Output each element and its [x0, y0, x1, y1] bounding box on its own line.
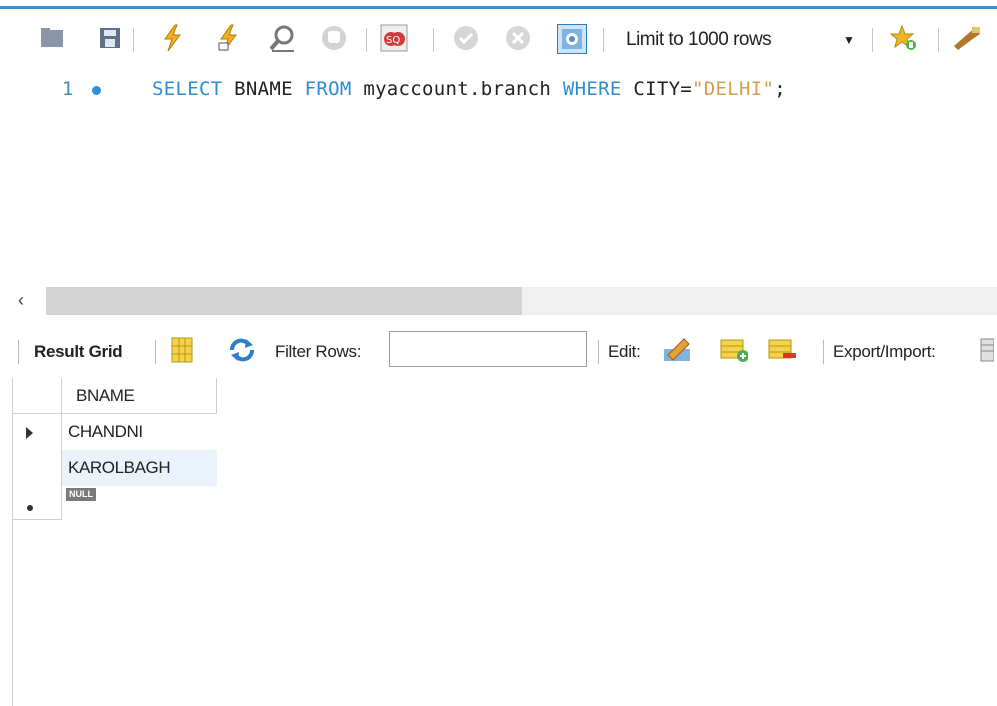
sql-terminator: ;: [774, 78, 786, 100]
new-row[interactable]: NULL: [12, 486, 218, 519]
wrench-icon[interactable]: [952, 24, 980, 52]
results-toolbar: Result Grid Filter Rows: Edit: Export/Im…: [0, 328, 997, 374]
window-accent-bar: [0, 0, 997, 9]
svg-text:SQ: SQ: [386, 35, 400, 46]
toolbar-separator: [155, 340, 156, 364]
scrollbar-thumb[interactable]: [46, 287, 522, 315]
explain-icon[interactable]: [268, 24, 296, 52]
limit-rows-label: Limit to 1000 rows: [626, 29, 772, 50]
save-icon[interactable]: [96, 24, 124, 52]
commit-icon[interactable]: [452, 24, 480, 52]
execute-current-icon[interactable]: [214, 24, 242, 52]
result-grid-tab[interactable]: Result Grid: [34, 342, 123, 362]
grid-divider: [12, 519, 62, 520]
statement-marker-icon: [92, 86, 101, 95]
sql-table: myaccount.branch: [351, 78, 563, 100]
current-row-arrow-icon: [26, 427, 33, 439]
toggle-continue-icon[interactable]: SQ: [380, 24, 408, 52]
scroll-left-icon[interactable]: ‹: [18, 290, 24, 311]
export-icon[interactable]: [980, 336, 997, 364]
stop-icon[interactable]: [320, 24, 348, 52]
null-badge: NULL: [66, 488, 96, 501]
sql-keyword-where: WHERE: [562, 78, 622, 100]
column-header-bname[interactable]: BNAME: [62, 378, 217, 414]
toolbar-separator: [18, 340, 19, 364]
row-gutter[interactable]: [12, 450, 62, 486]
toolbar-separator: [133, 28, 134, 52]
table-cell[interactable]: CHANDNI: [62, 414, 217, 450]
toolbar-separator: [938, 28, 939, 52]
grid-header-row: BNAME: [12, 378, 218, 414]
table-cell[interactable]: KAROLBAGH: [62, 450, 217, 486]
delete-row-icon[interactable]: [768, 336, 796, 364]
row-gutter: [12, 378, 62, 414]
toolbar-separator: [823, 340, 824, 364]
sql-condition: CITY=: [621, 78, 693, 100]
sql-keyword-from: FROM: [304, 78, 352, 100]
sql-statement[interactable]: SELECT BNAME FROM myaccount.branch WHERE…: [152, 78, 786, 100]
limit-rows-select[interactable]: Limit to 1000 rows ▼: [616, 26, 864, 54]
sql-editor[interactable]: 1 SELECT BNAME FROM myaccount.branch WHE…: [0, 66, 997, 278]
toolbar-separator: [433, 28, 434, 52]
export-import-label: Export/Import:: [833, 342, 936, 361]
filter-rows-label: Filter Rows:: [275, 342, 362, 361]
filter-rows-input[interactable]: [389, 331, 587, 367]
table-row[interactable]: KAROLBAGH: [12, 450, 218, 486]
rollback-icon[interactable]: [504, 24, 532, 52]
row-gutter[interactable]: [12, 486, 62, 519]
autocommit-icon[interactable]: [557, 24, 587, 54]
add-row-icon[interactable]: [720, 336, 748, 364]
edit-pencil-icon[interactable]: [662, 336, 690, 364]
edit-label: Edit:: [608, 342, 641, 361]
sql-keyword-select: SELECT: [152, 78, 223, 100]
editor-horizontal-scrollbar[interactable]: ‹: [0, 285, 997, 317]
beautify-icon[interactable]: [890, 24, 918, 52]
toolbar-separator: [603, 28, 604, 52]
row-gutter[interactable]: [12, 414, 62, 450]
sql-column: BNAME: [222, 78, 305, 100]
scrollbar-track[interactable]: [522, 287, 997, 315]
query-toolbar: SQ Limit to 1000 rows ▼: [0, 14, 997, 66]
toolbar-separator: [366, 28, 367, 52]
new-row-marker-icon: [27, 505, 33, 511]
sql-string-value: "DELHI": [692, 78, 775, 100]
toolbar-separator: [872, 28, 873, 52]
grid-layout-icon[interactable]: [168, 336, 196, 364]
table-row[interactable]: CHANDNI: [12, 414, 218, 450]
refresh-icon[interactable]: [228, 336, 256, 364]
folder-icon[interactable]: [38, 24, 66, 52]
execute-icon[interactable]: [158, 24, 186, 52]
chevron-down-icon: ▼: [843, 33, 855, 47]
toolbar-separator: [598, 340, 599, 364]
line-number: 1: [62, 78, 74, 100]
